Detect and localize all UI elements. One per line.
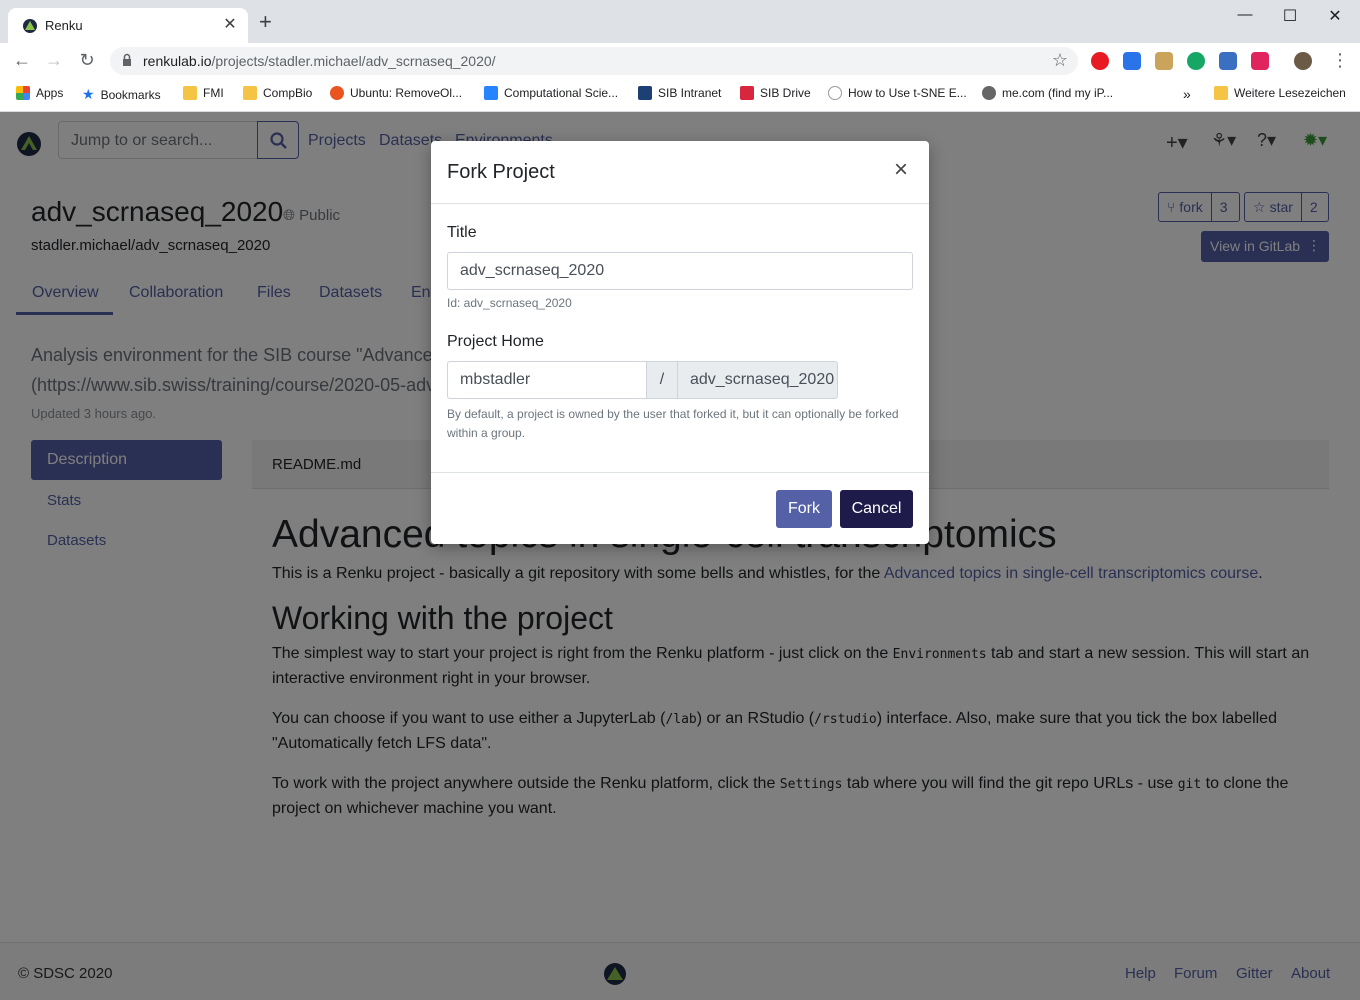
bookmark-sib-intranet[interactable]: SIB Intranet	[638, 86, 721, 100]
fork-submit-button[interactable]: Fork	[776, 490, 832, 528]
tab-title: Renku	[45, 18, 83, 33]
browser-tab[interactable]: Renku ✕	[8, 8, 248, 43]
close-tab-icon[interactable]: ✕	[220, 14, 240, 34]
confluence-icon	[484, 86, 498, 100]
bookmark-fmi[interactable]: FMI	[183, 86, 224, 100]
bookmark-bookmarks[interactable]: ★ Bookmarks	[82, 86, 161, 103]
bookmark-sib-drive[interactable]: SIB Drive	[740, 86, 811, 100]
profile-avatar[interactable]	[1294, 52, 1312, 70]
cancel-button[interactable]: Cancel	[840, 490, 913, 528]
bookmark-apps[interactable]: Apps	[16, 86, 63, 100]
reload-icon[interactable]: ↻	[75, 50, 99, 71]
bookmark-other[interactable]: Weitere Lesezeichen	[1214, 86, 1346, 100]
project-home-hint: By default, a project is owned by the us…	[447, 407, 899, 440]
modal-title: Fork Project	[447, 161, 555, 183]
chrome-menu-icon[interactable]: ⋮	[1331, 50, 1349, 71]
path-separator: /	[646, 361, 678, 399]
drive-icon	[740, 86, 754, 100]
bookmarks-bar: Apps ★ Bookmarks FMI CompBio Ubuntu: Remo…	[0, 79, 1360, 112]
bookmark-ubuntu[interactable]: Ubuntu: RemoveOl...	[330, 86, 462, 100]
modal-footer-divider	[431, 472, 929, 473]
browser-tab-strip: Renku ✕ + — ☐ ✕	[0, 0, 1360, 43]
apps-grid-icon	[16, 86, 30, 100]
folder-icon	[1214, 86, 1228, 100]
modal-header: Fork Project ×	[431, 141, 929, 204]
address-bar[interactable]: renkulab.io/projects/stadler.michael/adv…	[110, 47, 1078, 75]
url-host: renkulab.io	[143, 53, 212, 69]
apple-icon	[982, 86, 996, 100]
chat-extension-icon[interactable]	[1187, 52, 1205, 70]
bookmark-compbio[interactable]: CompBio	[243, 86, 312, 100]
title-input[interactable]: adv_scrnaseq_2020	[447, 252, 913, 290]
close-icon[interactable]: ×	[894, 158, 908, 182]
namespace-input[interactable]: mbstadler	[447, 361, 647, 399]
bookmark-star-icon[interactable]: ☆	[1052, 50, 1068, 71]
project-home-label: Project Home	[447, 333, 544, 350]
star-icon: ★	[82, 86, 95, 102]
window-close-icon[interactable]: ✕	[1320, 6, 1350, 26]
new-tab-icon[interactable]: +	[259, 11, 272, 33]
folder-icon	[243, 86, 257, 100]
renku-favicon-icon	[23, 19, 37, 33]
bookmark-computational-science[interactable]: Computational Scie...	[484, 86, 618, 100]
cross-extension-icon[interactable]	[1251, 52, 1269, 70]
url-path: /projects/stadler.michael/adv_scrnaseq_2…	[211, 53, 496, 69]
calendar-extension-icon[interactable]	[1219, 52, 1237, 70]
graduation-extension-icon[interactable]	[1123, 52, 1141, 70]
distill-icon	[828, 86, 842, 100]
lock-icon	[123, 53, 131, 66]
bookmark-me-com[interactable]: me.com (find my iP...	[982, 86, 1113, 100]
forward-icon[interactable]: →	[42, 50, 66, 71]
minimize-icon[interactable]: —	[1230, 6, 1260, 23]
sib-icon	[638, 86, 652, 100]
notes-extension-icon[interactable]	[1155, 52, 1173, 70]
project-slug: adv_scrnaseq_2020	[677, 361, 838, 399]
more-bookmarks-icon[interactable]: »	[1183, 86, 1191, 102]
back-icon[interactable]: ←	[10, 50, 34, 71]
id-hint: Id: adv_scrnaseq_2020	[447, 296, 572, 310]
bookmark-tsne[interactable]: How to Use t-SNE E...	[828, 86, 967, 100]
fork-project-modal: Fork Project × Title adv_scrnaseq_2020 I…	[431, 141, 929, 544]
ubuntu-icon	[330, 86, 344, 100]
opera-extension-icon[interactable]	[1091, 52, 1109, 70]
folder-icon	[183, 86, 197, 100]
maximize-icon[interactable]: ☐	[1275, 6, 1305, 26]
title-label: Title	[447, 224, 477, 241]
